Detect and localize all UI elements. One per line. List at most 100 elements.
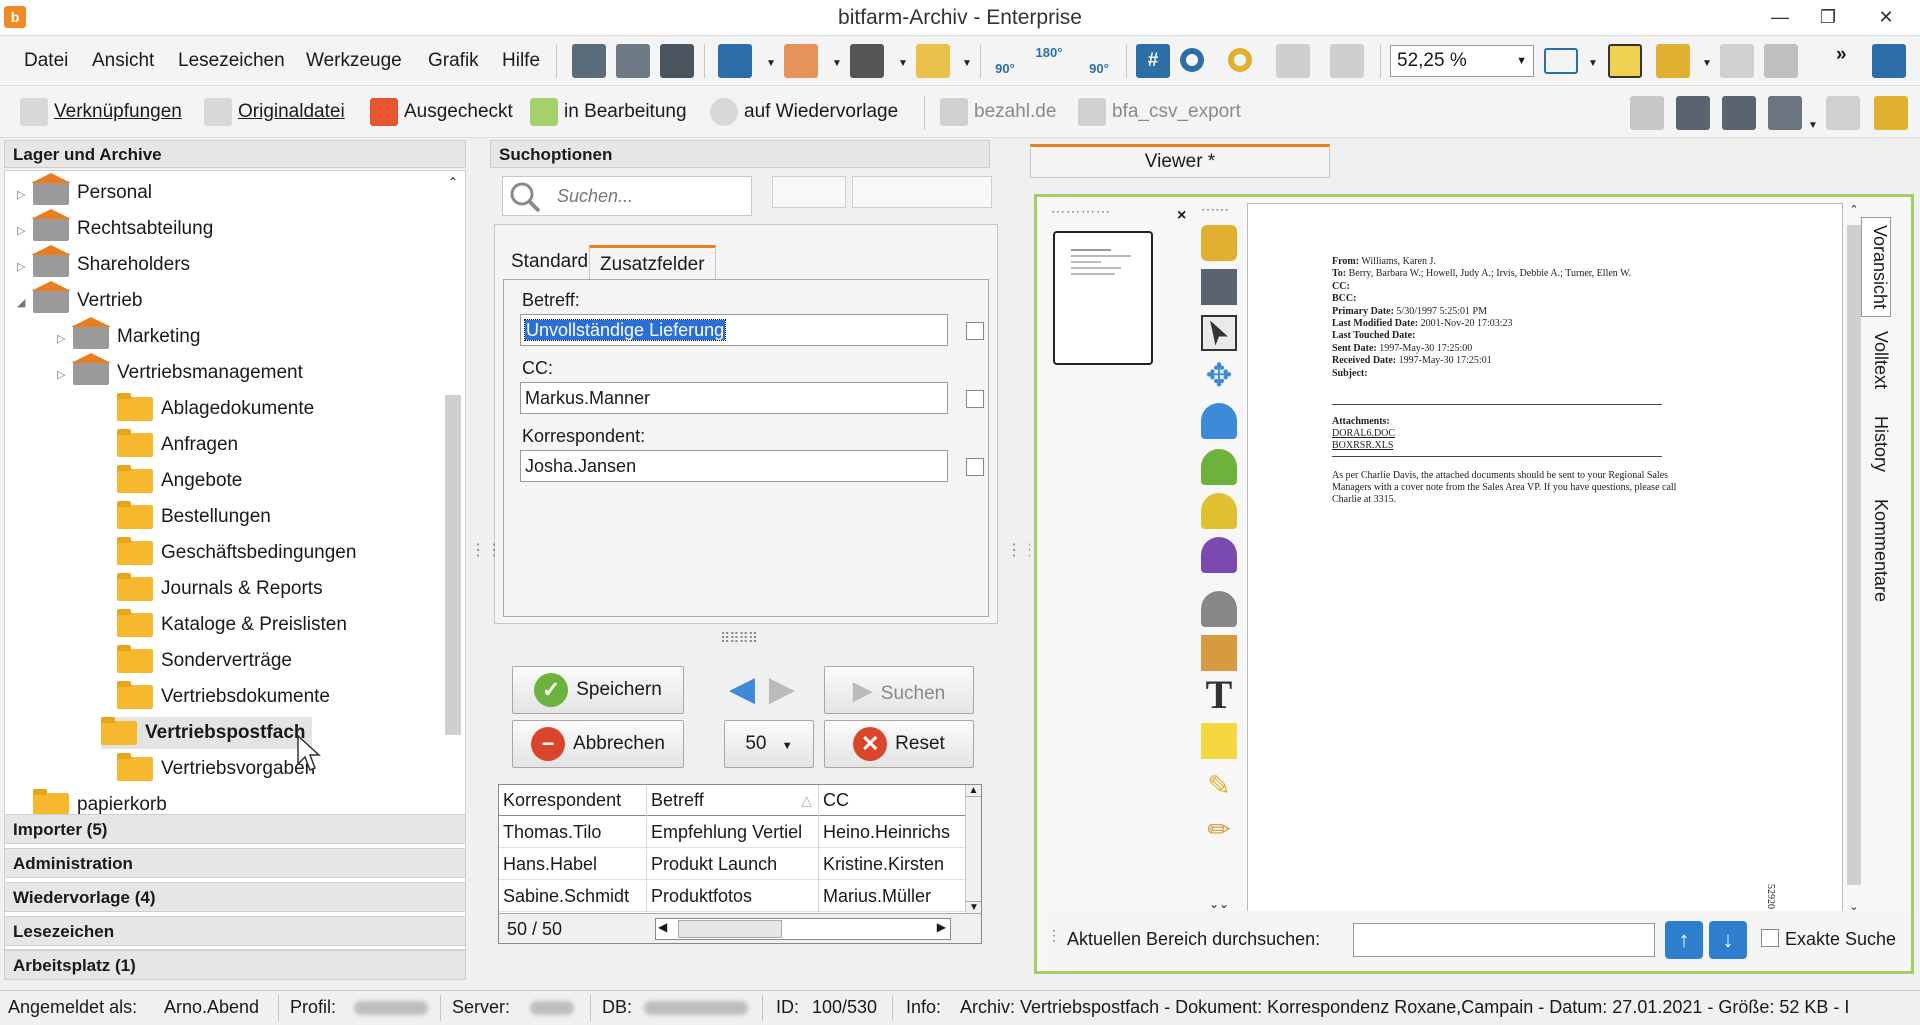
highlighter-icon[interactable]: ✎ bbox=[1201, 769, 1237, 805]
tree-item[interactable]: ▷ Personal bbox=[17, 172, 152, 211]
accordion-arbeitsplatz[interactable]: Arbeitsplatz (1) bbox=[4, 950, 466, 980]
exact-search-checkbox[interactable] bbox=[1761, 929, 1779, 947]
column-betreff[interactable]: Betreff △ bbox=[647, 785, 819, 816]
meta-icon[interactable] bbox=[1768, 96, 1802, 130]
left-splitter-handle[interactable]: ⋮⋮ bbox=[470, 540, 502, 560]
tab-kommentare[interactable]: Kommentare bbox=[1861, 493, 1891, 609]
splitter-handle[interactable]: ⠿⠿⠿⠿ bbox=[720, 630, 758, 647]
close-icon[interactable]: × bbox=[1177, 207, 1186, 225]
tree-expander-icon[interactable]: ▷ bbox=[17, 179, 33, 211]
tree-item[interactable]: Geschäftsbedingungen bbox=[101, 536, 356, 569]
doc-icon[interactable] bbox=[1630, 96, 1664, 130]
betreff-field[interactable]: Unvollständige Lieferung bbox=[520, 314, 948, 346]
column-korrespondent[interactable]: Korrespondent bbox=[499, 785, 647, 816]
stamp-purple-icon[interactable] bbox=[1201, 537, 1237, 573]
tree-expander-icon[interactable]: ▷ bbox=[17, 251, 33, 283]
tree-item[interactable]: ◢ Vertrieb bbox=[17, 280, 142, 317]
menu-hilfe[interactable]: Hilfe bbox=[502, 50, 540, 72]
tree-item[interactable]: ▷ Marketing bbox=[57, 316, 200, 355]
menu-werkzeuge[interactable]: Werkzeuge bbox=[306, 50, 402, 72]
hash-icon[interactable]: # bbox=[1136, 44, 1170, 78]
stamp-green-icon[interactable] bbox=[1201, 449, 1237, 485]
search-input[interactable]: Suchen... bbox=[502, 176, 752, 216]
doc-settings-icon[interactable] bbox=[1201, 269, 1237, 305]
korrespondent-field[interactable]: Josha.Jansen bbox=[520, 450, 948, 482]
accordion-importer[interactable]: Importer (5) bbox=[4, 814, 466, 844]
select-arrow-icon[interactable] bbox=[1201, 315, 1237, 351]
table-row[interactable]: Thomas.Tilo Empfehlung Vertiel Heino.Heinr… bbox=[499, 817, 967, 848]
lock-icon[interactable] bbox=[1201, 225, 1237, 261]
search-filter-box-2[interactable] bbox=[852, 176, 992, 208]
accordion-administration[interactable]: Administration bbox=[4, 848, 466, 878]
rotate-right-icon[interactable]: 90° bbox=[1082, 44, 1116, 78]
pencil-icon[interactable]: ✏ bbox=[1201, 813, 1237, 849]
stamp-yellow-icon[interactable] bbox=[1201, 493, 1237, 529]
badge-icon[interactable] bbox=[1201, 635, 1237, 671]
tree-item[interactable]: ▷ Rechtsabteilung bbox=[17, 208, 213, 245]
doc-settings-icon[interactable] bbox=[1676, 96, 1710, 130]
prev-arrow-icon[interactable]: ◀ bbox=[724, 666, 760, 714]
korrespondent-checkbox[interactable] bbox=[966, 458, 984, 476]
restore-icon[interactable]: ❐ bbox=[1800, 0, 1856, 34]
tree-expander-icon[interactable]: ▷ bbox=[57, 323, 73, 355]
tree-item[interactable]: Vertriebsdokumente bbox=[101, 680, 330, 713]
tree-item[interactable]: ▷ Shareholders bbox=[17, 244, 190, 283]
results-scrollbar[interactable]: ▲ ▼ bbox=[965, 785, 981, 913]
tree-item[interactable]: Anfragen bbox=[101, 428, 238, 461]
tree-item[interactable]: ▷ Vertriebsmanagement bbox=[57, 352, 303, 391]
tab-viewer[interactable]: Viewer * bbox=[1030, 144, 1330, 178]
rotate-left-icon[interactable]: 90° bbox=[988, 44, 1022, 78]
stamp-toggle-icon[interactable] bbox=[1608, 44, 1642, 78]
save-disk-icon[interactable] bbox=[718, 44, 752, 78]
tab-zusatzfelder[interactable]: Zusatzfelder bbox=[589, 245, 716, 279]
tree-item[interactable]: Vertriebsvorgaben bbox=[101, 752, 315, 785]
grid-view-icon[interactable] bbox=[660, 44, 694, 78]
fit-width-icon[interactable] bbox=[1544, 48, 1578, 74]
accordion-lesezeichen[interactable]: Lesezeichen bbox=[4, 916, 466, 946]
move-icon[interactable]: ✥ bbox=[1201, 357, 1237, 393]
user-key-icon[interactable] bbox=[1872, 44, 1906, 78]
notes-icon[interactable] bbox=[916, 44, 950, 78]
stamp-gray-icon[interactable] bbox=[1201, 591, 1237, 627]
page-thumbnail[interactable] bbox=[1053, 231, 1153, 365]
originaldatei-button[interactable]: Originaldatei bbox=[204, 96, 345, 128]
tree-item[interactable]: Angebote bbox=[101, 464, 242, 497]
list-view-icon[interactable] bbox=[616, 44, 650, 78]
overflow-icon[interactable]: » bbox=[1836, 44, 1847, 66]
reset-button[interactable]: ✕ Reset bbox=[824, 720, 974, 768]
verknuepfungen-button[interactable]: Verknüpfungen bbox=[20, 96, 182, 128]
tab-volltext[interactable]: Volltext bbox=[1861, 325, 1891, 395]
tree-item[interactable]: Vertriebspostfach bbox=[101, 716, 312, 749]
betreff-checkbox[interactable] bbox=[966, 322, 984, 340]
search-filter-box[interactable] bbox=[772, 176, 846, 208]
table-row[interactable]: Sabine.Schmidt Produktfotos Marius.Müller bbox=[499, 881, 967, 912]
find-prev-icon[interactable]: ↑ bbox=[1665, 921, 1703, 959]
zoom-select[interactable]: 52,25 % ▼ bbox=[1390, 45, 1534, 77]
doc-add-icon[interactable] bbox=[1722, 96, 1756, 130]
close-icon[interactable]: ✕ bbox=[1858, 0, 1914, 34]
key-icon[interactable] bbox=[1180, 48, 1204, 72]
menu-ansicht[interactable]: Ansicht bbox=[92, 50, 154, 72]
tree-item[interactable]: Kataloge & Preislisten bbox=[101, 608, 347, 641]
tree-expander-icon[interactable]: ▷ bbox=[57, 359, 73, 391]
table-row[interactable]: Hans.Habel Produkt Launch Kristine.Kirsten bbox=[499, 849, 967, 880]
tree-item[interactable]: Sonderverträge bbox=[101, 644, 292, 677]
tab-history[interactable]: History bbox=[1861, 409, 1891, 479]
tree-item[interactable]: Journals & Reports bbox=[101, 572, 323, 605]
print-icon[interactable] bbox=[850, 44, 884, 78]
lock-user-icon[interactable] bbox=[1656, 44, 1690, 78]
cc-field[interactable]: Markus.Manner bbox=[520, 382, 948, 414]
cc-checkbox[interactable] bbox=[966, 390, 984, 408]
ausgecheckt-button[interactable]: Ausgecheckt bbox=[370, 96, 513, 128]
save-button[interactable]: ✓ Speichern bbox=[512, 666, 684, 714]
tree-view-icon[interactable] bbox=[572, 44, 606, 78]
stamp-blue-icon[interactable] bbox=[1201, 403, 1237, 439]
sticky-note-icon[interactable] bbox=[1201, 723, 1237, 759]
accordion-wiedervorlage[interactable]: Wiedervorlage (4) bbox=[4, 882, 466, 912]
key-gold-icon[interactable] bbox=[1228, 48, 1252, 72]
menu-lesezeichen[interactable]: Lesezeichen bbox=[178, 50, 285, 72]
wiedervorlage-button[interactable]: auf Wiedervorlage bbox=[710, 96, 898, 128]
result-count-select[interactable]: 50 ▼ bbox=[724, 720, 814, 768]
menu-datei[interactable]: Datei bbox=[24, 50, 68, 72]
cancel-button[interactable]: − Abbrechen bbox=[512, 720, 684, 768]
